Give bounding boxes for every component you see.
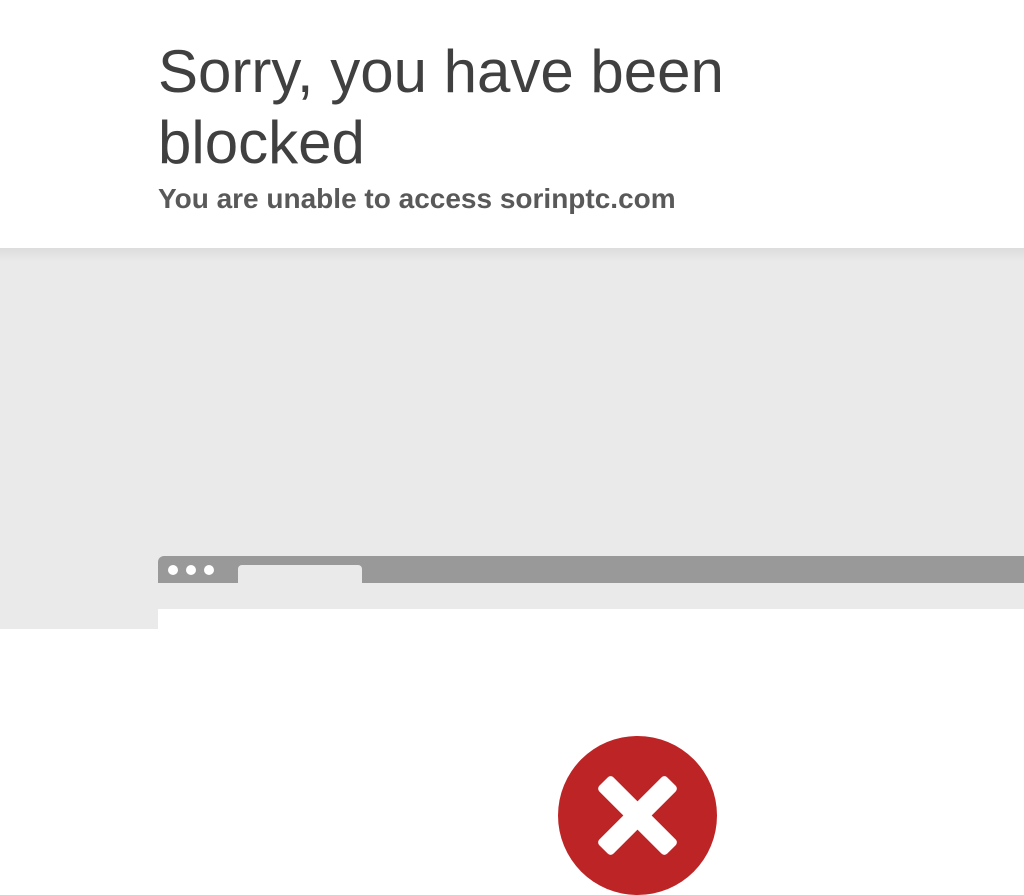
window-dot-icon bbox=[186, 565, 196, 575]
illustration-band bbox=[0, 248, 1024, 895]
page-title: Sorry, you have been blocked bbox=[158, 38, 724, 176]
error-x-icon bbox=[558, 736, 717, 895]
browser-toolbar bbox=[158, 583, 1024, 609]
browser-tab bbox=[238, 565, 362, 583]
browser-content-area bbox=[158, 609, 1024, 895]
window-dot-icon bbox=[168, 565, 178, 575]
window-dot-icon bbox=[204, 565, 214, 575]
browser-illustration bbox=[158, 556, 1024, 895]
browser-title-bar bbox=[158, 556, 1024, 583]
page-header: Sorry, you have been blocked You are una… bbox=[0, 0, 1024, 248]
page-subtitle: You are unable to access sorinptc.com bbox=[158, 183, 676, 214]
